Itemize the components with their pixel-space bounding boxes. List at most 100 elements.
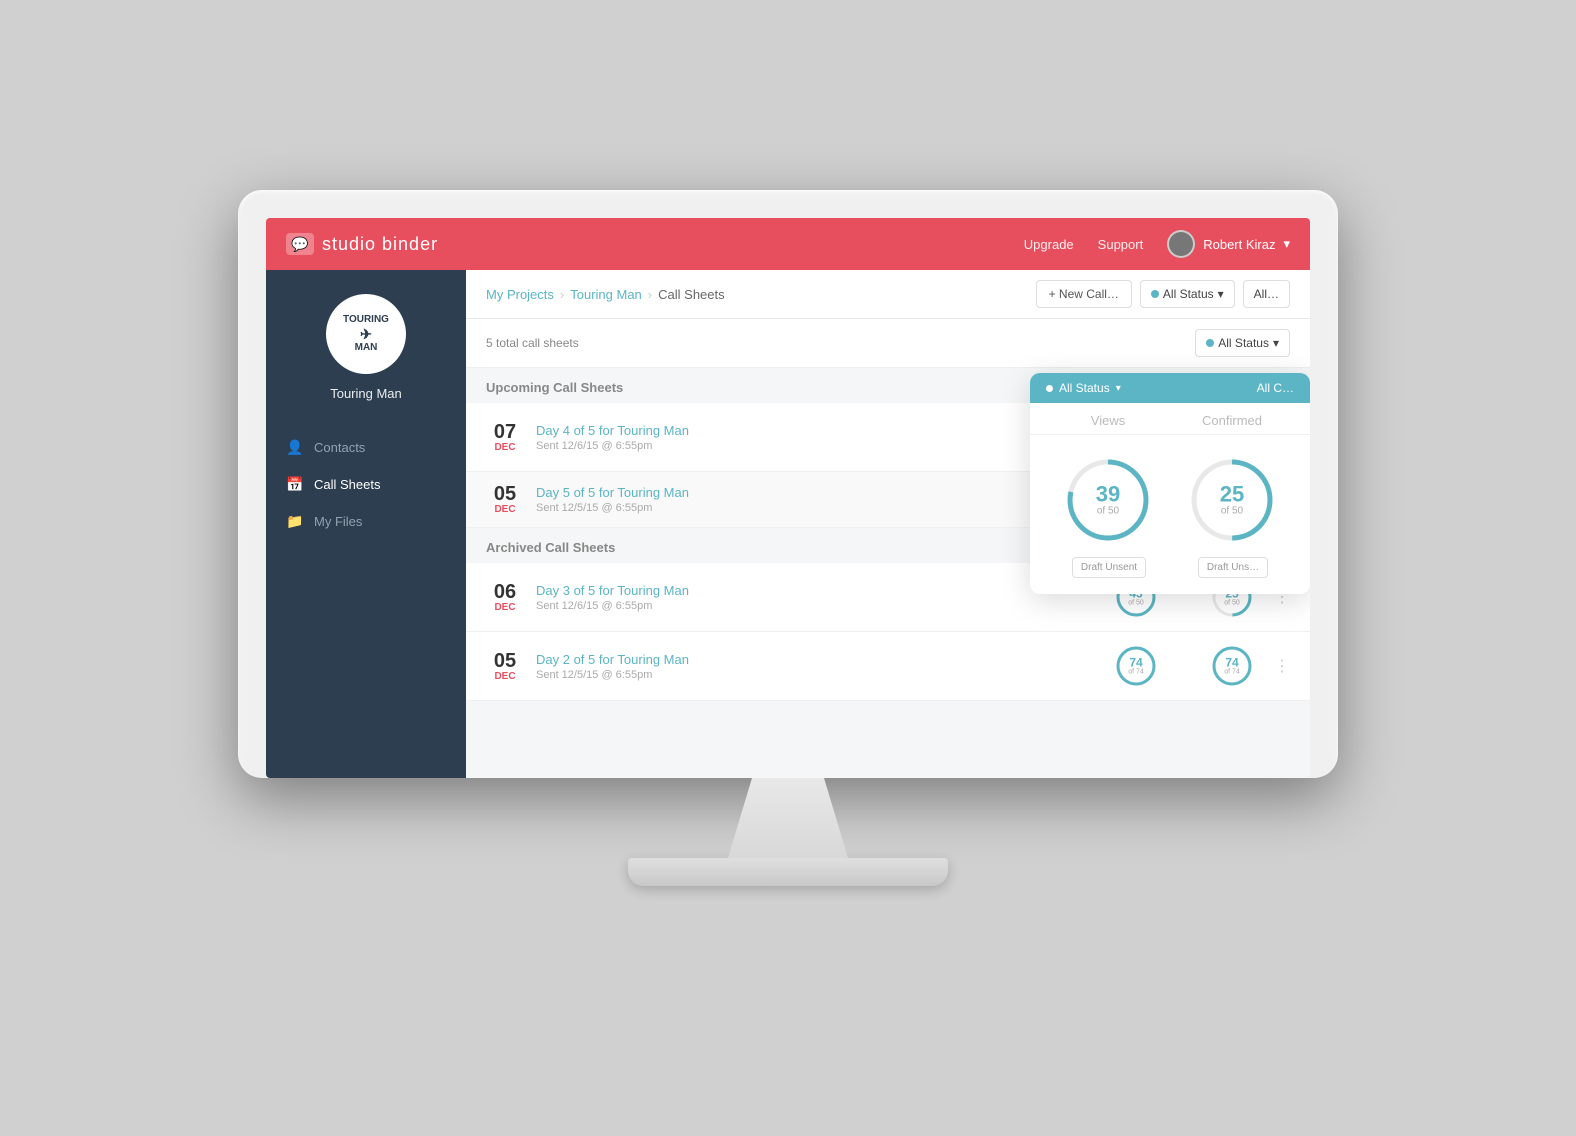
call-sheet-date: 05 DEC — [486, 651, 524, 682]
date-month: DEC — [486, 671, 524, 682]
new-call-label: + New Call… — [1049, 287, 1119, 301]
status-filter[interactable]: All Status ▾ — [1140, 280, 1235, 308]
date-month: DEC — [486, 442, 524, 453]
tooltip-confirmed-denom: of 50 — [1220, 506, 1244, 517]
call-sheet-info: Day 4 of 5 for Touring Man Sent 12/6/15 … — [536, 423, 1102, 452]
call-sheet-date: 06 DEC — [486, 582, 524, 613]
all-filter-label: All… — [1254, 287, 1279, 301]
monitor-stand-base — [628, 858, 948, 886]
date-day: 05 — [486, 484, 524, 504]
new-call-button[interactable]: + New Call… — [1036, 280, 1132, 308]
pill-dot-icon — [1046, 385, 1053, 392]
sidebar-item-contacts[interactable]: 👤 Contacts — [266, 429, 466, 466]
confirmed-denom: of 50 — [1224, 600, 1240, 607]
nav-links: Upgrade Support Robert Kiraz ▾ — [1024, 230, 1290, 258]
table-row: 05 DEC Day 2 of 5 for Touring Man Sent 1… — [466, 632, 1310, 701]
tooltip-header: All Status ▾ All C… — [1030, 373, 1310, 403]
contacts-icon: 👤 — [286, 439, 304, 456]
user-menu[interactable]: Robert Kiraz ▾ — [1167, 230, 1290, 258]
breadcrumb-sep1: › — [560, 287, 564, 302]
breadcrumb-current: Call Sheets — [658, 287, 724, 302]
monitor-stand-neck — [728, 778, 848, 858]
tooltip-overlay: All Status ▾ All C… Views Confirmed — [1030, 373, 1310, 594]
total-count: 5 total call sheets — [486, 336, 579, 350]
brand: 💬 studio binder — [286, 233, 438, 255]
date-day: 05 — [486, 651, 524, 671]
call-sheet-info: Day 2 of 5 for Touring Man Sent 12/5/15 … — [536, 652, 1102, 681]
call-sheet-date: 07 DEC — [486, 422, 524, 453]
project-logo-line3: MAN — [343, 342, 389, 354]
pill-all-label: All C… — [1257, 381, 1294, 395]
all-filter[interactable]: All… — [1243, 280, 1290, 308]
project-logo: TOURING ✈ MAN — [326, 294, 406, 374]
call-sheet-title[interactable]: Day 2 of 5 for Touring Man — [536, 652, 1102, 667]
sidebar-label-contacts: Contacts — [314, 440, 365, 455]
tooltip-views-num: 39 — [1096, 484, 1120, 506]
views-stat: 74 of 74 — [1114, 644, 1158, 688]
views-denom: of 50 — [1128, 600, 1144, 607]
tooltip-confirmed-num: 25 — [1220, 484, 1244, 506]
status-dot-icon — [1151, 290, 1159, 298]
archived-label: Archived Call Sheets — [486, 540, 615, 555]
tooltip-draft-row: Draft Unsent Draft Uns… — [1030, 557, 1310, 594]
call-sheet-title[interactable]: Day 3 of 5 for Touring Man — [536, 583, 1102, 598]
list-header: 5 total call sheets All Status ▾ — [466, 319, 1310, 368]
project-name: Touring Man — [330, 386, 402, 401]
list-filters: All Status ▾ — [1195, 329, 1290, 357]
tooltip-confirmed-center: 25 of 50 — [1220, 484, 1244, 517]
breadcrumb: My Projects › Touring Man › Call Sheets — [486, 287, 1028, 302]
project-logo-line2: ✈ — [343, 326, 389, 343]
pill-label: All Status — [1059, 381, 1110, 395]
breadcrumb-projects[interactable]: My Projects — [486, 287, 554, 302]
confirmed-num: 74 — [1224, 657, 1240, 669]
tooltip-draft-badge-1: Draft Unsent — [1072, 557, 1146, 578]
upgrade-link[interactable]: Upgrade — [1024, 237, 1074, 252]
status-filter-label: All Status — [1163, 287, 1214, 301]
date-day: 06 — [486, 582, 524, 602]
brand-name: studio binder — [322, 234, 438, 255]
date-month: DEC — [486, 504, 524, 515]
views-denom: of 74 — [1128, 669, 1144, 676]
list-status-label: All Status — [1218, 336, 1269, 350]
tooltip-views-center: 39 of 50 — [1096, 484, 1120, 517]
tooltip-confirmed-circle: 25 of 50 — [1187, 455, 1277, 545]
tooltip-circles: 39 of 50 25 of 50 — [1030, 435, 1310, 557]
breadcrumb-sep2: › — [648, 287, 652, 302]
confirmed-denom: of 74 — [1224, 669, 1240, 676]
sidebar-item-myfiles[interactable]: 📁 My Files — [266, 503, 466, 540]
myfiles-icon: 📁 — [286, 513, 304, 530]
sidebar: TOURING ✈ MAN Touring Man 👤 Contacts — [266, 270, 466, 778]
tooltip-views-denom: of 50 — [1096, 506, 1120, 517]
tooltip-views-circle: 39 of 50 — [1063, 455, 1153, 545]
content-toolbar: My Projects › Touring Man › Call Sheets … — [466, 270, 1310, 319]
upcoming-label: Upcoming Call Sheets — [486, 380, 623, 395]
tooltip-col-headers: Views Confirmed — [1030, 403, 1310, 435]
project-logo-line1: TOURING — [343, 314, 389, 326]
tooltip-views-col-label: Views — [1046, 413, 1170, 428]
sidebar-item-callsheets[interactable]: 📅 Call Sheets — [266, 466, 466, 503]
sidebar-label-callsheets: Call Sheets — [314, 477, 380, 492]
list-status-dot-icon — [1206, 339, 1214, 347]
tooltip-confirmed-col-label: Confirmed — [1170, 413, 1294, 428]
status-chevron-icon: ▾ — [1218, 287, 1224, 301]
sidebar-nav: 👤 Contacts 📅 Call Sheets 📁 My Files — [266, 429, 466, 540]
call-sheet-title[interactable]: Day 4 of 5 for Touring Man — [536, 423, 1102, 438]
user-chevron-icon: ▾ — [1283, 236, 1290, 252]
date-day: 07 — [486, 422, 524, 442]
callsheets-icon: 📅 — [286, 476, 304, 493]
views-num: 74 — [1128, 657, 1144, 669]
date-month: DEC — [486, 602, 524, 613]
call-sheet-subtitle: Sent 12/5/15 @ 6:55pm — [536, 669, 1102, 681]
avatar — [1167, 230, 1195, 258]
list-status-filter[interactable]: All Status ▾ — [1195, 329, 1290, 357]
row-menu-icon[interactable]: ⋮ — [1274, 656, 1290, 676]
support-link[interactable]: Support — [1098, 237, 1144, 252]
user-name: Robert Kiraz — [1203, 237, 1275, 252]
top-nav: 💬 studio binder Upgrade Support Robert K… — [266, 218, 1310, 270]
pill-chevron-icon: ▾ — [1116, 383, 1121, 394]
list-status-chevron-icon: ▾ — [1273, 336, 1279, 350]
call-sheet-info: Day 3 of 5 for Touring Man Sent 12/6/15 … — [536, 583, 1102, 612]
breadcrumb-project[interactable]: Touring Man — [570, 287, 642, 302]
sidebar-label-myfiles: My Files — [314, 514, 362, 529]
all-status-pill: All Status ▾ — [1046, 381, 1121, 395]
